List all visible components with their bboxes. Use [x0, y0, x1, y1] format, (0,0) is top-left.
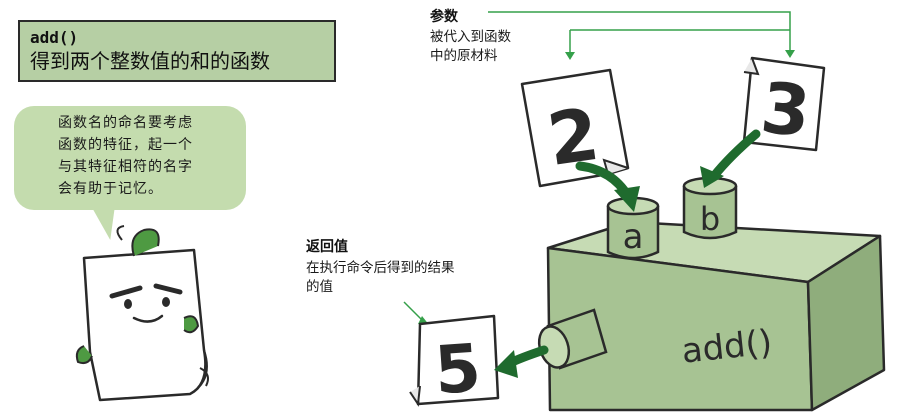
- bracket-arrowhead-left: [565, 52, 575, 60]
- params-bracket: [488, 11, 791, 54]
- paper-character: [75, 225, 209, 402]
- function-machine-illustration: a b add() 2 3 5: [75, 11, 886, 412]
- arrow-output-to-card5: [494, 345, 549, 378]
- slot-a-label: a: [623, 217, 644, 257]
- card-5-value: 5: [432, 329, 483, 409]
- slot-b-label: b: [700, 200, 720, 238]
- function-machine: [546, 220, 886, 412]
- card-3-value: 3: [757, 67, 814, 154]
- bracket-arrowhead-right: [785, 50, 795, 58]
